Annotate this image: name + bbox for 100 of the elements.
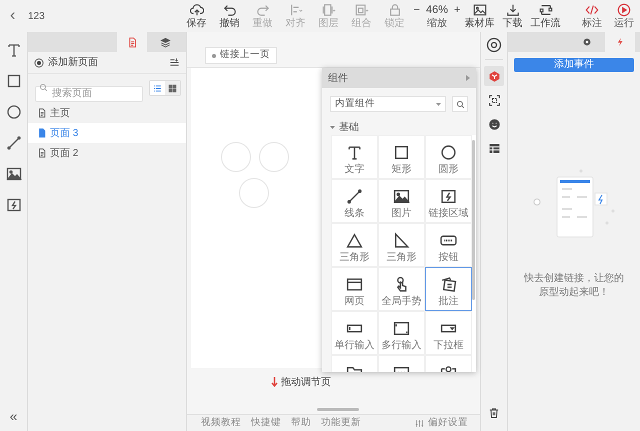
page-item[interactable]: 页面 3 xyxy=(28,123,186,143)
category-header[interactable]: 基础 xyxy=(322,120,462,134)
line-icon xyxy=(6,135,22,151)
component-item[interactable]: 图片 xyxy=(378,179,425,223)
tool-button[interactable] xyxy=(6,104,22,120)
circle-icon xyxy=(440,144,457,161)
add-page-button[interactable]: 添加新页面 xyxy=(34,55,98,70)
collapse-button[interactable]: « xyxy=(10,409,18,423)
right-triangle-icon xyxy=(393,232,410,249)
rectangle-icon xyxy=(6,73,22,89)
component-item[interactable]: 单行输入 xyxy=(331,311,378,355)
zoom-label: 缩放 xyxy=(427,18,447,30)
project-name: 123 xyxy=(28,10,46,24)
tool-button[interactable] xyxy=(6,197,22,213)
component-item[interactable]: 链接区域 xyxy=(425,179,472,223)
toolbar-button[interactable]: 标注 xyxy=(576,0,608,32)
sliders-icon xyxy=(415,418,424,428)
component-item[interactable]: 多行输入 xyxy=(378,311,425,355)
source-dropdown[interactable]: 内置组件 xyxy=(330,96,446,112)
add-event-button[interactable]: 添加事件 xyxy=(514,58,634,72)
component-item[interactable]: 圆形 xyxy=(425,135,472,179)
empty-message: 快去创建链接，让您的原型动起来吧！ xyxy=(524,272,624,300)
align-left-icon xyxy=(288,2,302,16)
caret-icon xyxy=(330,124,335,130)
view-toggle[interactable] xyxy=(165,81,180,95)
toolbar-button[interactable]: 保存 xyxy=(180,0,213,32)
smiley-icon xyxy=(488,118,500,130)
sort-button[interactable] xyxy=(169,57,180,68)
component-item[interactable]: 矩形 xyxy=(378,135,425,179)
page-icon xyxy=(37,148,47,158)
undo-icon xyxy=(222,2,236,16)
table-icon xyxy=(488,142,500,154)
component-item[interactable]: 线条 xyxy=(331,179,378,223)
image-icon xyxy=(393,188,410,205)
component-item[interactable]: 三角形 xyxy=(331,223,378,267)
component-item[interactable]: 按钮 xyxy=(425,223,472,267)
grid-view-icon xyxy=(168,84,177,92)
link-previous-button[interactable]: 链接上一页 xyxy=(205,47,277,64)
bolt-icon xyxy=(615,37,625,47)
text-icon xyxy=(346,144,363,161)
rectangle-icon xyxy=(393,144,410,161)
circle-icon xyxy=(6,104,22,120)
footer-link[interactable]: 快捷键 xyxy=(251,416,281,430)
upload-cloud-icon xyxy=(190,2,204,16)
browser-window-icon xyxy=(346,276,363,293)
expand-arrow-icon xyxy=(466,75,470,81)
play-icon xyxy=(617,2,631,16)
component-item[interactable]: 下拉框 xyxy=(425,311,472,355)
toolbar-button[interactable]: 下载 xyxy=(496,0,529,32)
code-icon xyxy=(585,2,599,16)
workflow-icon xyxy=(538,2,552,16)
page-icon xyxy=(37,108,47,118)
tool-button[interactable] xyxy=(6,42,22,58)
footer-link[interactable]: 视频教程 xyxy=(201,416,241,430)
tool-button[interactable] xyxy=(6,73,22,89)
text-area-icon xyxy=(393,320,410,337)
component-item[interactable]: 全局手势 xyxy=(378,267,425,311)
lock-icon xyxy=(388,2,402,16)
footer-link[interactable]: 帮助 xyxy=(291,416,311,430)
component-item[interactable]: 文字 xyxy=(331,135,378,179)
tool-button[interactable] xyxy=(6,166,22,182)
line-icon xyxy=(346,188,363,205)
add-circle-icon xyxy=(34,58,44,68)
bolt-box-icon xyxy=(440,188,457,205)
zoom-in-button[interactable]: + xyxy=(454,2,460,16)
component-item[interactable]: 三角形 xyxy=(378,223,425,267)
toolbar-button[interactable]: 运行 xyxy=(608,0,640,32)
settings-button[interactable] xyxy=(486,37,502,53)
page-item[interactable]: 页面 2 xyxy=(28,143,186,163)
layer-icon xyxy=(322,2,336,16)
text-icon xyxy=(6,42,22,58)
sort-list-icon xyxy=(169,57,180,68)
scrollbar[interactable] xyxy=(317,408,359,411)
back-button[interactable]: ‹ xyxy=(10,8,20,24)
preferences-button[interactable]: 偏好设置 xyxy=(415,416,468,430)
search-field[interactable]: 搜索页面 xyxy=(35,86,143,102)
bolt-box-icon xyxy=(6,197,22,213)
zoom-level: 46% xyxy=(426,2,448,16)
dashed-frame-icon xyxy=(488,94,500,106)
download-icon xyxy=(506,2,520,16)
toolbar-button[interactable]: 工作流 xyxy=(529,0,562,32)
search-icon xyxy=(39,83,48,92)
scrollbar[interactable] xyxy=(472,140,475,300)
component-item[interactable]: 网页 xyxy=(331,267,378,311)
trash-icon xyxy=(488,407,500,419)
cube-icon xyxy=(488,70,500,82)
search-button[interactable] xyxy=(452,96,468,112)
down-arrow-icon xyxy=(271,377,278,387)
page-item[interactable]: 主页 xyxy=(28,103,186,123)
tool-button[interactable] xyxy=(6,135,22,151)
toolbar-button[interactable]: 素材库 xyxy=(463,0,496,32)
zoom-out-button[interactable]: − xyxy=(414,2,420,16)
footer-link[interactable]: 功能更新 xyxy=(321,416,361,430)
trash-button[interactable] xyxy=(488,407,500,419)
redo-icon xyxy=(256,2,270,16)
list-view-icon xyxy=(153,84,162,92)
component-item[interactable]: 批注 xyxy=(425,267,472,311)
page-icon xyxy=(37,128,47,138)
toolbar-button[interactable]: 撤销 xyxy=(213,0,246,32)
triangle-icon xyxy=(346,232,363,249)
